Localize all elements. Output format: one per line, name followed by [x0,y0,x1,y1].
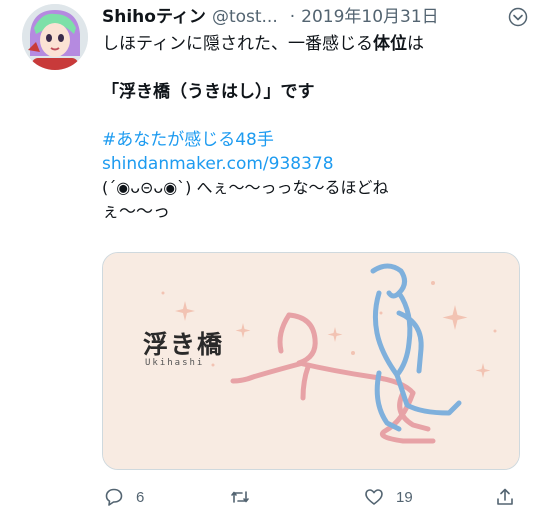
tweet-date[interactable]: 2019年10月31日 [301,7,439,27]
reply-button[interactable]: 6 [104,486,144,508]
reply-icon [105,488,123,506]
separator-dot: · [289,7,296,27]
retweet-icon [231,491,249,503]
tweet-text: しほティンに隠された、一番感じる体位は 「浮き橋（うきはし）」です #あなたが感… [102,32,522,224]
author-handle[interactable]: @tost... [212,7,278,27]
text-bold-segment: 浮き橋 [119,82,170,102]
share-icon [497,488,513,505]
retweet-button[interactable] [230,486,262,508]
text-bold-segment: 体位 [372,34,407,54]
text-segment: 「 [102,82,119,102]
like-button[interactable]: 19 [364,486,413,508]
reply-count: 6 [136,488,145,506]
tweet-text-line-2: 「浮き橋（うきはし）」です [102,80,522,104]
tweet-text-line-1: しほティンに隠された、一番感じる体位は [102,32,522,56]
share-button[interactable] [495,486,515,508]
card-subtitle: Ukihashi [145,358,205,368]
tweet-text-line-5: (´◉ᴗ⊝ᴗ◉`) へぇ〜〜っっな〜るほどね [102,178,389,197]
hashtag-link[interactable]: #あなたが感じる48手 [102,128,522,152]
avatar[interactable] [22,4,88,70]
text-segment: は [406,34,424,54]
tweet-text-line-6: ぇ〜〜っ [102,202,170,222]
tweet-actions: 6 19 [102,486,522,508]
author-name[interactable]: Shihoティン [102,7,206,27]
tweet-header: Shihoティン @tost... · 2019年10月31日 [102,4,528,30]
more-chevron-down-icon[interactable] [508,7,528,27]
heart-icon [365,489,383,505]
url-link[interactable]: shindanmaker.com/938378 [102,152,522,176]
card-title: 浮き橋 [143,330,225,359]
link-preview-card[interactable]: 浮き橋 Ukihashi [102,252,520,470]
text-segment: （うきはし）」です [170,82,315,102]
like-count: 19 [396,488,413,506]
text-segment: しほティンに隠された、一番感じる [102,34,373,54]
